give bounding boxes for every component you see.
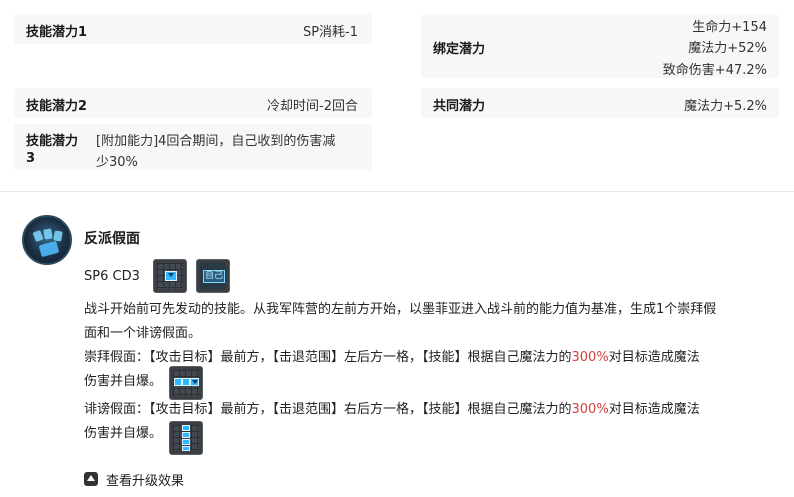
- skill-cost-cooldown: SP6 CD3: [84, 269, 140, 284]
- worship-range-icon: [169, 366, 203, 400]
- skill-desc-line: 面和一个诽谤假面。: [84, 326, 202, 341]
- potential-label-cont: 3: [26, 151, 36, 166]
- target-range-icon: [153, 259, 187, 293]
- damage-percent: 300%: [571, 350, 609, 365]
- potential-label: 技能潜力: [26, 134, 79, 149]
- shared-potential-card: 共同潜力 魔法力+5.2%: [421, 88, 779, 118]
- potential-card-3: 技能潜力 3 [附加能力]4回合期间，自己收到的伤害减 少30%: [14, 124, 372, 170]
- skill-name: 反派假面: [84, 231, 140, 247]
- potential-label: 绑定潜力: [433, 42, 486, 57]
- damage-percent: 300%: [571, 402, 609, 417]
- potential-value: 魔法力+5.2%: [684, 99, 767, 114]
- potential-value: 冷却时间-2回合: [267, 99, 358, 114]
- view-upgrade-link[interactable]: 查看升级效果: [106, 470, 184, 489]
- slander-range-icon: [169, 421, 203, 455]
- slander-mask-line: 诽谤假面：【攻击目标】最前方，【击退范围】右后方一格，【技能】根据自己魔法力的3…: [84, 402, 700, 417]
- upgrade-toggle-icon[interactable]: [84, 472, 98, 486]
- self-target-icon: 自己: [196, 259, 230, 293]
- potential-label: 技能潜力2: [26, 99, 88, 114]
- potential-card-1: 技能潜力1 SP消耗-1: [14, 14, 372, 44]
- potential-value: SP消耗-1: [302, 25, 358, 40]
- potential-value: 生命力+154: [692, 20, 767, 35]
- potential-value: [附加能力]4回合期间，自己收到的伤害减: [96, 134, 336, 149]
- potential-value: 致命伤害+47.2%: [662, 63, 767, 78]
- self-tag: 自己: [203, 270, 225, 283]
- potential-card-2: 技能潜力2 冷却时间-2回合: [14, 88, 372, 118]
- potential-section: 技能潜力1 SP消耗-1 技能潜力2 冷却时间-2回合 技能潜力 3 [附加能力…: [0, 0, 794, 191]
- skill-icon: [22, 215, 72, 265]
- potential-value-cont: 少30%: [96, 155, 138, 170]
- potential-label: 共同潜力: [433, 99, 486, 114]
- potential-value: 魔法力+52%: [688, 41, 767, 56]
- section-divider: [0, 191, 794, 192]
- potential-label: 技能潜力1: [26, 25, 88, 40]
- bound-potential-card: 绑定潜力 生命力+154 魔法力+52% 致命伤害+47.2%: [421, 14, 779, 78]
- skill-desc-line: 战斗开始前可先发动的技能。从我军阵营的左前方开始，以墨菲亚进入战斗前的能力值为基…: [84, 302, 717, 317]
